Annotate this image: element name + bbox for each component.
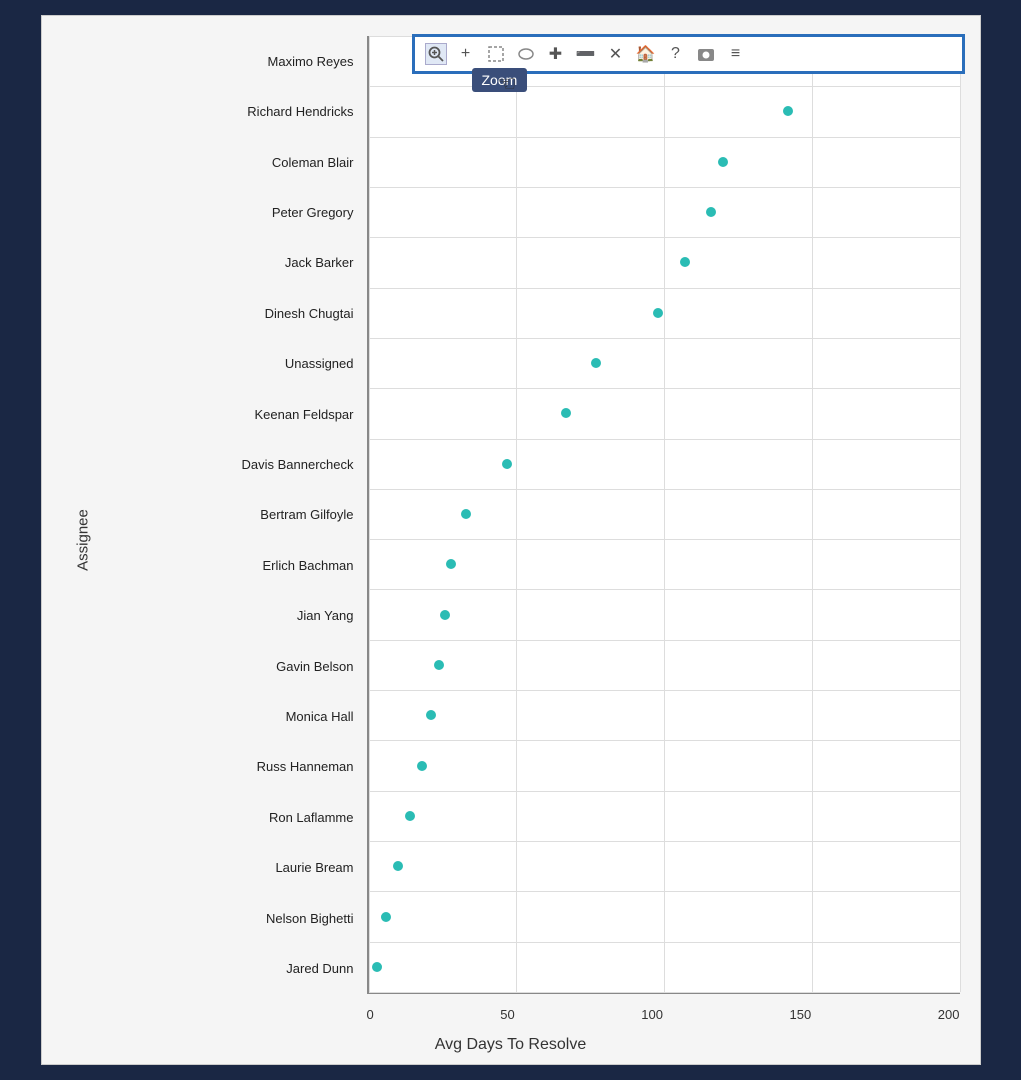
data-dot [440,610,450,620]
grid-line-vertical [664,36,665,992]
grid-line-horizontal [369,791,960,792]
grid-line-vertical [516,36,517,992]
grid-line-vertical [960,36,961,992]
y-label: Peter Gregory [102,206,362,219]
data-dot [653,308,663,318]
data-dot [718,157,728,167]
y-label: Keenan Feldspar [102,408,362,421]
data-dot [502,459,512,469]
y-label: Erlich Bachman [102,559,362,572]
select-icon[interactable] [485,43,507,65]
y-labels: Maximo Reyes Richard Hendricks Coleman Bla… [102,36,362,994]
data-dot [381,912,391,922]
y-label: Jared Dunn [102,962,362,975]
data-dot [783,106,793,116]
grid-line-horizontal [369,237,960,238]
x-tick-label: 0 [367,1007,374,1022]
chart-container: + ✚ ➖ ✕ 🏠 ? ≡ Zoom ☞ Assignee [41,15,981,1065]
plot-area [367,36,960,994]
x-tick-label: 150 [790,1007,812,1022]
home-icon[interactable]: 🏠 [635,43,657,65]
grid-line-horizontal [369,187,960,188]
grid-line-horizontal [369,891,960,892]
add-icon[interactable]: + [455,43,477,65]
cursor-icon: ☞ [497,71,517,97]
minus-icon[interactable]: ➖ [575,43,597,65]
data-dot [417,761,427,771]
menu-icon[interactable]: ≡ [725,43,747,65]
grid-line-vertical [369,36,370,992]
grid-line-horizontal [369,86,960,87]
y-label: Russ Hanneman [102,760,362,773]
y-label: Richard Hendricks [102,105,362,118]
grid-line-horizontal [369,388,960,389]
data-dot [446,559,456,569]
y-label: Dinesh Chugtai [102,307,362,320]
grid-line-horizontal [369,439,960,440]
crosshair-icon[interactable]: ✚ [545,43,567,65]
y-label: Davis Bannercheck [102,458,362,471]
grid-line-horizontal [369,740,960,741]
data-dot [591,358,601,368]
y-label: Maximo Reyes [102,55,362,68]
cross-icon[interactable]: ✕ [605,43,627,65]
data-dot [706,207,716,217]
y-axis-label: Assignee [74,509,91,571]
x-tick-label: 100 [641,1007,663,1022]
y-label: Gavin Belson [102,660,362,673]
y-label: Laurie Bream [102,861,362,874]
data-dot [434,660,444,670]
zoom-icon[interactable] [425,43,447,65]
data-dot [393,861,403,871]
grid-line-horizontal [369,690,960,691]
grid-line-horizontal [369,589,960,590]
y-label: Monica Hall [102,710,362,723]
grid-line-horizontal [369,992,960,993]
grid-line-horizontal [369,942,960,943]
grid-line-horizontal [369,841,960,842]
grid-line-vertical [812,36,813,992]
help-icon[interactable]: ? [665,43,687,65]
lasso-icon[interactable] [515,43,537,65]
x-tick-label: 200 [938,1007,960,1022]
data-dot [461,509,471,519]
y-label: Jack Barker [102,256,362,269]
grid-line-horizontal [369,640,960,641]
data-dot [561,408,571,418]
grid-line-horizontal [369,338,960,339]
y-label: Jian Yang [102,609,362,622]
x-tick-label: 50 [500,1007,514,1022]
grid-line-horizontal [369,539,960,540]
camera-icon[interactable] [695,43,717,65]
y-label: Unassigned [102,357,362,370]
grid-line-horizontal [369,489,960,490]
data-dot [372,962,382,972]
y-label: Ron Laflamme [102,811,362,824]
x-axis-title: Avg Days To Resolve [42,1036,980,1054]
data-dot [426,710,436,720]
x-axis-labels: 0 50 100 150 200 [367,1007,960,1022]
y-label: Bertram Gilfoyle [102,508,362,521]
y-label: Nelson Bighetti [102,912,362,925]
data-dot [680,257,690,267]
grid-line-horizontal [369,288,960,289]
grid-line-horizontal [369,137,960,138]
data-dot [405,811,415,821]
y-label: Coleman Blair [102,156,362,169]
